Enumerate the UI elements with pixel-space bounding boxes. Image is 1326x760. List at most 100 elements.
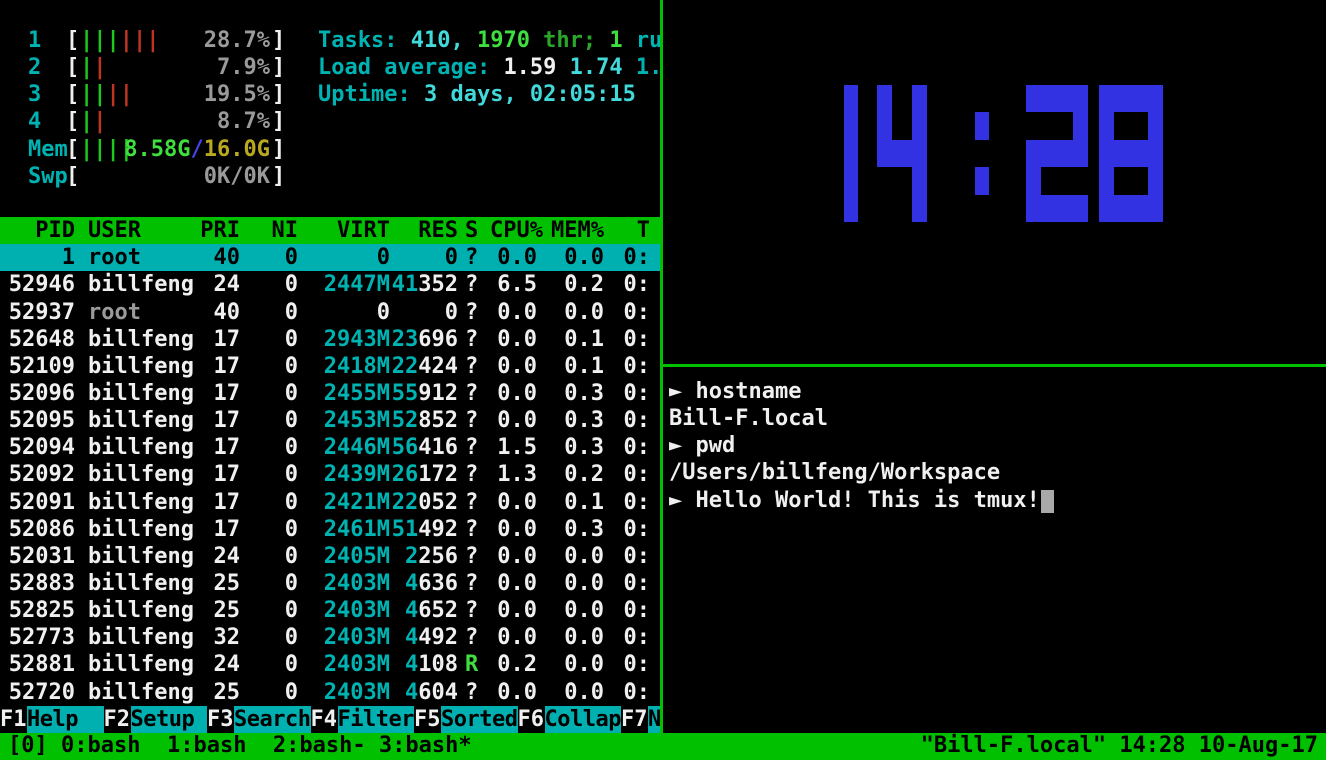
- process-row[interactable]: 52720billfeng2502403M4604?0.00.00:: [0, 679, 660, 706]
- window-tab[interactable]: 2:bash-: [260, 733, 366, 758]
- clock-segment: [975, 112, 989, 139]
- cell-user: billfeng: [75, 570, 200, 597]
- cell-res: 2256: [390, 543, 458, 570]
- clock-segment: [1041, 112, 1073, 139]
- cell-pri: 17: [200, 489, 240, 516]
- column-header-user[interactable]: USER: [75, 217, 200, 244]
- swap-value: 0K/0K: [80, 163, 270, 190]
- fkey-f7[interactable]: F7N: [621, 706, 660, 733]
- window-tab[interactable]: 1:bash: [154, 733, 247, 758]
- column-header-pid[interactable]: PID: [0, 217, 75, 244]
- res-high: 51: [392, 517, 419, 542]
- process-row[interactable]: 52825billfeng2502403M4652?0.00.00:: [0, 597, 660, 624]
- cell-virt: 2403M: [298, 624, 390, 651]
- cell-time: 0:: [604, 271, 650, 298]
- cell-state: ?: [458, 271, 490, 298]
- cell-cpu: 0.0: [490, 679, 537, 706]
- res-low: 052: [418, 490, 458, 515]
- res-high: 4: [405, 652, 418, 677]
- clock-segment: [877, 195, 892, 222]
- column-header-cpu[interactable]: CPU%: [490, 217, 537, 244]
- uptime-part: Uptime:: [318, 82, 424, 107]
- res-low: 696: [418, 327, 458, 352]
- clock-segment: [1041, 140, 1073, 167]
- fkey-label: N: [648, 706, 660, 733]
- clock-segment: [1099, 140, 1114, 167]
- cell-user: billfeng: [75, 461, 200, 488]
- process-row[interactable]: 52946billfeng2402447M41352?6.50.20:: [0, 271, 660, 298]
- process-row[interactable]: 52094billfeng1702446M56416?1.50.30:: [0, 434, 660, 461]
- cell-virt: 2405M: [298, 543, 390, 570]
- clock-segment: [892, 85, 912, 112]
- res-high: 56: [392, 435, 419, 460]
- process-row[interactable]: 52031billfeng2402405M2256?0.00.00:: [0, 543, 660, 570]
- meter-value-part: 8.7%: [217, 109, 270, 134]
- cell-res: 22052: [390, 489, 458, 516]
- status-right: "Bill-F.local" 14:28 10-Aug-17: [921, 733, 1318, 760]
- column-header-mem[interactable]: MEM%: [537, 217, 604, 244]
- tasks-part: 1970: [477, 28, 530, 53]
- htop-pane[interactable]: 1[||||||28.7%]2[||7.9%]3[||||19.5%]4[||8…: [0, 0, 660, 733]
- meter-open-bracket: [: [66, 163, 79, 190]
- fkey-f2[interactable]: F2Setup: [104, 706, 208, 733]
- process-row[interactable]: 52883billfeng2502403M4636?0.00.00:: [0, 570, 660, 597]
- cell-pid: 52031: [0, 543, 75, 570]
- clock-segment: [892, 140, 912, 167]
- uptime-part: 3 days, 02:05:15: [424, 82, 636, 107]
- meter-value-part: 28.7%: [204, 28, 270, 53]
- fkey-f3[interactable]: F3Search: [207, 706, 311, 733]
- clock-segment: [1148, 195, 1163, 222]
- cell-state: ?: [458, 461, 490, 488]
- meter-close-bracket: ]: [272, 27, 285, 54]
- process-row[interactable]: 52773billfeng3202403M4492?0.00.00:: [0, 624, 660, 651]
- cell-cpu: 1.3: [490, 461, 537, 488]
- shell-pane[interactable]: ► hostnameBill-F.local► pwd/Users/billfe…: [663, 367, 1326, 733]
- tmux-screen: 1[||||||28.7%]2[||7.9%]3[||||19.5%]4[||8…: [0, 0, 1326, 760]
- clock-pane[interactable]: [663, 0, 1326, 364]
- cell-pri: 25: [200, 570, 240, 597]
- column-header-time[interactable]: T: [604, 217, 650, 244]
- cell-ni: 0: [240, 271, 298, 298]
- column-header-pri[interactable]: PRI: [200, 217, 240, 244]
- fkey-f4[interactable]: F4Filter: [311, 706, 415, 733]
- process-row[interactable]: 52881billfeng2402403M4108R0.20.00:: [0, 651, 660, 678]
- process-row[interactable]: 52096billfeng1702455M55912?0.00.30:: [0, 380, 660, 407]
- cell-res: 56416: [390, 434, 458, 461]
- clock-segment: [877, 140, 892, 167]
- clock-segment: [877, 167, 892, 194]
- cell-virt: 2446M: [298, 434, 390, 461]
- res-low: 912: [418, 381, 458, 406]
- clock-segment: [912, 195, 927, 222]
- column-header-s[interactable]: S: [458, 217, 490, 244]
- clock-segment: [892, 195, 912, 222]
- window-tab[interactable]: 0:bash: [48, 733, 141, 758]
- shell-text: hostname: [696, 379, 802, 404]
- process-row[interactable]: 52109billfeng1702418M22424?0.00.10:: [0, 353, 660, 380]
- process-row[interactable]: 52937root40000?0.00.00:: [0, 299, 660, 326]
- process-row[interactable]: 52086billfeng1702461M51492?0.00.30:: [0, 516, 660, 543]
- clock-segment: [877, 112, 892, 139]
- terminal-cursor[interactable]: [1041, 490, 1054, 513]
- cell-ni: 0: [240, 543, 298, 570]
- process-row[interactable]: 52091billfeng1702421M22052?0.00.10:: [0, 489, 660, 516]
- process-row[interactable]: 52092billfeng1702439M26172?1.30.20:: [0, 461, 660, 488]
- cell-pid: 52648: [0, 326, 75, 353]
- cell-mem: 0.0: [537, 597, 604, 624]
- process-row[interactable]: 1root40000?0.00.00:: [0, 244, 660, 271]
- fkey-f5[interactable]: F5Sorted: [414, 706, 518, 733]
- fkey-f1[interactable]: F1Help: [0, 706, 104, 733]
- process-row[interactable]: 52648billfeng1702943M23696?0.00.10:: [0, 326, 660, 353]
- clock-segment: [1148, 85, 1163, 112]
- fkey-number: F6: [518, 706, 545, 733]
- clock-segment: [1041, 167, 1073, 194]
- cell-state: ?: [458, 380, 490, 407]
- column-header-virt[interactable]: VIRT: [298, 217, 390, 244]
- cell-pri: 40: [200, 299, 240, 326]
- cell-state: ?: [458, 434, 490, 461]
- window-tab[interactable]: 3:bash*: [366, 733, 472, 758]
- column-header-ni[interactable]: NI: [240, 217, 298, 244]
- process-row[interactable]: 52095billfeng1702453M52852?0.00.30:: [0, 407, 660, 434]
- cell-mem: 0.2: [537, 461, 604, 488]
- fkey-f6[interactable]: F6Collap: [518, 706, 622, 733]
- column-header-res[interactable]: RES: [390, 217, 458, 244]
